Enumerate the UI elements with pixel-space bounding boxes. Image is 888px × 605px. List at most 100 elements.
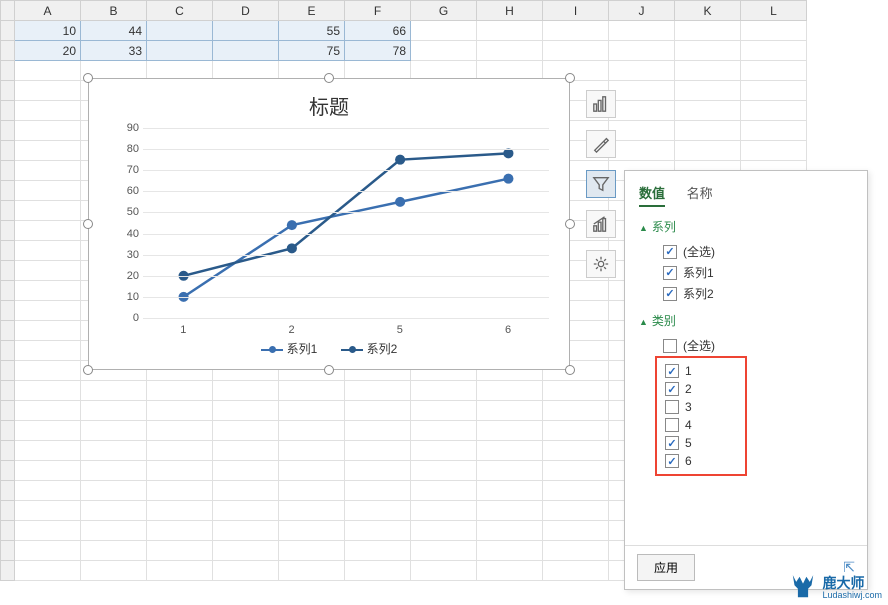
checkbox-series-all[interactable] (663, 245, 677, 259)
cell[interactable]: 55 (279, 21, 345, 41)
cell[interactable] (15, 461, 81, 481)
cell[interactable] (609, 101, 675, 121)
cell[interactable]: 75 (279, 41, 345, 61)
cell[interactable] (147, 541, 213, 561)
cell[interactable] (15, 61, 81, 81)
cell[interactable] (675, 81, 741, 101)
section-series-header[interactable]: 系列 (625, 210, 867, 241)
cell[interactable] (741, 101, 807, 121)
cell[interactable] (345, 561, 411, 581)
cell[interactable] (279, 521, 345, 541)
cell[interactable] (411, 421, 477, 441)
cell[interactable] (279, 501, 345, 521)
cell[interactable] (411, 441, 477, 461)
col-header[interactable]: H (477, 1, 543, 21)
checkbox-cat-5[interactable] (665, 436, 679, 450)
row-header[interactable] (1, 361, 15, 381)
cell[interactable] (609, 61, 675, 81)
cell[interactable] (477, 561, 543, 581)
cell[interactable] (609, 141, 675, 161)
cell[interactable] (81, 421, 147, 441)
cell[interactable] (345, 501, 411, 521)
cell[interactable]: 10 (15, 21, 81, 41)
chart-type-icon[interactable] (586, 210, 616, 238)
cell[interactable] (147, 501, 213, 521)
chart-title[interactable]: 标题 (89, 79, 569, 128)
cell[interactable] (15, 161, 81, 181)
row-header[interactable] (1, 421, 15, 441)
cell[interactable] (81, 441, 147, 461)
row-header[interactable] (1, 321, 15, 341)
row-header[interactable] (1, 141, 15, 161)
cell[interactable] (741, 21, 807, 41)
cell[interactable] (147, 381, 213, 401)
cell[interactable] (15, 221, 81, 241)
cell[interactable] (15, 381, 81, 401)
resize-handle[interactable] (83, 219, 93, 229)
cell[interactable] (675, 121, 741, 141)
cell[interactable] (675, 21, 741, 41)
cell[interactable] (477, 441, 543, 461)
cell[interactable] (15, 541, 81, 561)
cell[interactable] (411, 461, 477, 481)
cell[interactable] (411, 501, 477, 521)
cell[interactable] (213, 541, 279, 561)
row-header[interactable] (1, 61, 15, 81)
checkbox-category-all[interactable] (663, 339, 677, 353)
resize-handle[interactable] (565, 219, 575, 229)
col-header[interactable]: K (675, 1, 741, 21)
cell[interactable] (477, 401, 543, 421)
cell[interactable] (213, 401, 279, 421)
cell[interactable] (279, 481, 345, 501)
cell[interactable] (675, 141, 741, 161)
cell[interactable] (411, 521, 477, 541)
row-header[interactable] (1, 401, 15, 421)
row-header[interactable] (1, 101, 15, 121)
cell[interactable] (15, 521, 81, 541)
cell[interactable] (279, 561, 345, 581)
cell[interactable] (345, 401, 411, 421)
cell[interactable] (15, 101, 81, 121)
cell[interactable] (15, 441, 81, 461)
cell[interactable] (279, 381, 345, 401)
cell[interactable] (477, 381, 543, 401)
cell[interactable] (147, 21, 213, 41)
row-header[interactable] (1, 81, 15, 101)
row-header[interactable] (1, 21, 15, 41)
cell[interactable] (81, 521, 147, 541)
cell[interactable] (411, 41, 477, 61)
row-header[interactable] (1, 41, 15, 61)
row-header[interactable] (1, 161, 15, 181)
cell[interactable] (279, 461, 345, 481)
row-header[interactable] (1, 501, 15, 521)
cell[interactable] (477, 481, 543, 501)
cell[interactable] (609, 21, 675, 41)
cell[interactable] (345, 541, 411, 561)
cell[interactable] (213, 501, 279, 521)
cell[interactable] (543, 41, 609, 61)
checkbox-cat-3[interactable] (665, 400, 679, 414)
cell[interactable] (741, 61, 807, 81)
cell[interactable] (279, 421, 345, 441)
cell[interactable] (15, 361, 81, 381)
checkbox-series-1[interactable] (663, 266, 677, 280)
cell[interactable] (345, 381, 411, 401)
cell[interactable] (543, 541, 609, 561)
cell[interactable] (147, 561, 213, 581)
chart-elements-icon[interactable] (586, 90, 616, 118)
cell[interactable] (477, 41, 543, 61)
col-header[interactable]: D (213, 1, 279, 21)
cell[interactable] (213, 381, 279, 401)
cell[interactable] (279, 541, 345, 561)
cell[interactable] (81, 561, 147, 581)
cell[interactable] (543, 381, 609, 401)
cell[interactable] (345, 441, 411, 461)
col-header[interactable]: B (81, 1, 147, 21)
row-header[interactable] (1, 261, 15, 281)
cell[interactable] (741, 121, 807, 141)
select-all-corner[interactable] (1, 1, 15, 21)
row-header[interactable] (1, 221, 15, 241)
cell[interactable] (213, 21, 279, 41)
cell[interactable] (15, 241, 81, 261)
cell[interactable] (15, 401, 81, 421)
